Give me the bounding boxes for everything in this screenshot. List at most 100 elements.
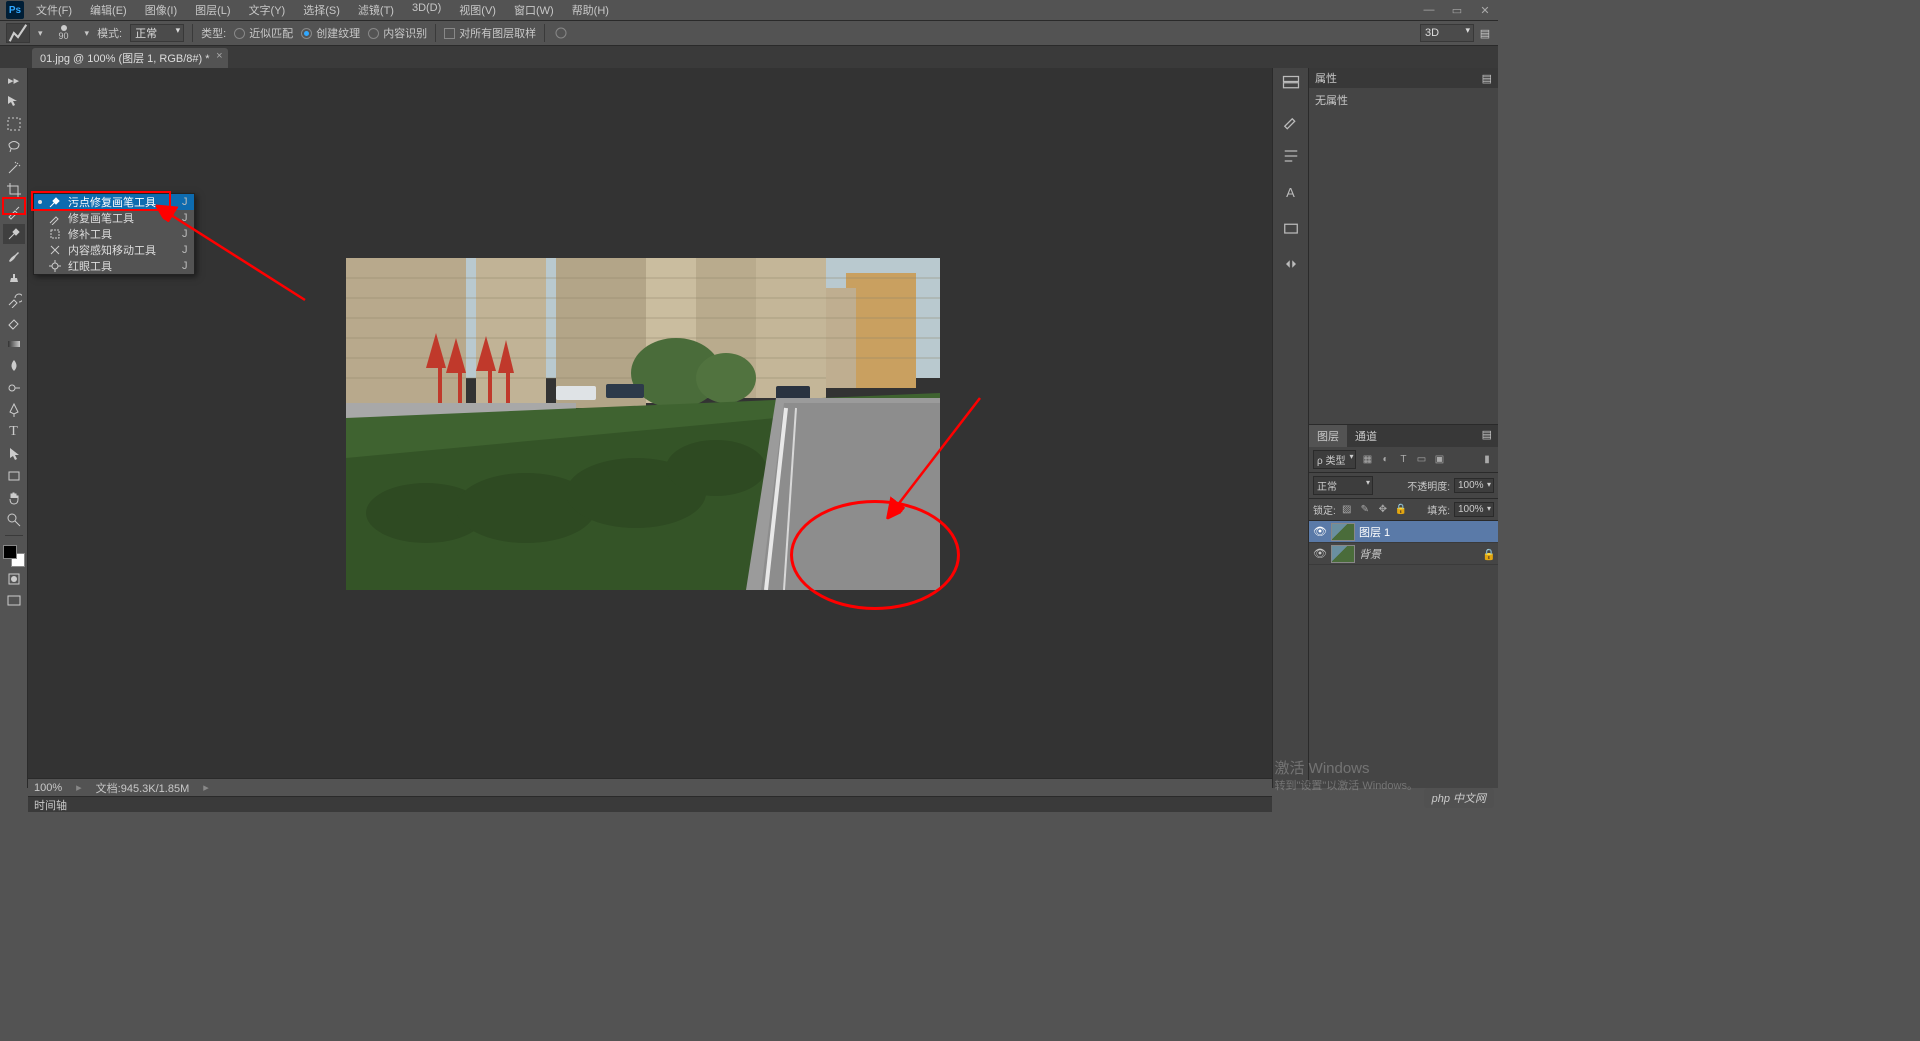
threed-settings-icon[interactable]: ▤ — [1478, 24, 1492, 42]
hand-tool[interactable] — [3, 488, 25, 508]
tool-preset-dropdown-icon[interactable]: ▾ — [38, 28, 43, 39]
canvas-area[interactable] — [28, 68, 1272, 788]
magic-wand-tool[interactable] — [3, 158, 25, 178]
channels-tab[interactable]: 通道 — [1347, 425, 1385, 447]
document-tab[interactable]: 01.jpg @ 100% (图层 1, RGB/8#) * — [32, 48, 228, 68]
layer-thumbnail[interactable] — [1331, 545, 1355, 563]
filter-type-icon[interactable]: T — [1396, 453, 1410, 467]
menu-select[interactable]: 选择(S) — [299, 0, 344, 20]
menu-edit[interactable]: 编辑(E) — [86, 0, 131, 20]
lock-position-icon[interactable]: ✥ — [1376, 503, 1390, 517]
panel-menu-icon[interactable]: ▤ — [1482, 72, 1492, 85]
brush-panel-icon[interactable] — [1281, 110, 1301, 130]
screen-mode-icon[interactable] — [3, 591, 25, 611]
filter-smart-icon[interactable]: ▣ — [1432, 453, 1446, 467]
menu-filter[interactable]: 滤镜(T) — [354, 0, 398, 20]
history-panel-icon[interactable] — [1281, 74, 1301, 94]
color-swatches[interactable] — [3, 545, 25, 567]
filter-shape-icon[interactable]: ▭ — [1414, 453, 1428, 467]
menu-3d[interactable]: 3D(D) — [408, 0, 445, 20]
gradient-tool[interactable] — [3, 334, 25, 354]
layers-tab[interactable]: 图层 — [1309, 425, 1347, 447]
opacity-value[interactable]: 100% — [1454, 478, 1494, 493]
filter-adjustment-icon[interactable]: ◐ — [1378, 453, 1392, 467]
radio-content-aware[interactable]: 内容识别 — [368, 25, 427, 41]
layer-name[interactable]: 背景 — [1359, 546, 1381, 562]
menu-help[interactable]: 帮助(H) — [568, 0, 613, 20]
zoom-level[interactable]: 100% — [34, 782, 62, 794]
blend-mode-select[interactable]: 正常 — [1313, 476, 1373, 495]
menu-image[interactable]: 图像(I) — [141, 0, 181, 20]
foreground-color-swatch[interactable] — [3, 545, 17, 559]
window-close-icon[interactable]: ✕ — [1478, 3, 1492, 17]
lock-pixels-icon[interactable]: ✎ — [1358, 503, 1372, 517]
window-minimize-icon[interactable]: — — [1422, 3, 1436, 17]
filter-pixel-icon[interactable]: ▦ — [1360, 453, 1374, 467]
eyedropper-tool[interactable] — [3, 202, 25, 222]
character-panel-icon[interactable]: A — [1281, 182, 1301, 202]
menu-layer[interactable]: 图层(L) — [191, 0, 234, 20]
current-tool-icon[interactable] — [6, 23, 30, 43]
styles-panel-icon[interactable] — [1281, 218, 1301, 238]
doc-size-label: 文档: — [96, 783, 121, 795]
threed-mode-select[interactable]: 3D — [1420, 24, 1474, 42]
layer-name[interactable]: 图层 1 — [1359, 524, 1390, 540]
filter-toggle-icon[interactable]: ▮ — [1480, 453, 1494, 467]
radio-create-texture[interactable]: 创建纹理 — [301, 25, 360, 41]
menu-file[interactable]: 文件(F) — [32, 0, 76, 20]
path-selection-tool[interactable] — [3, 444, 25, 464]
flyout-item-label: 修复画笔工具 — [68, 210, 134, 226]
flyout-content-aware-move[interactable]: 内容感知移动工具 J — [34, 242, 194, 258]
spot-healing-brush-tool[interactable] — [3, 224, 25, 244]
flyout-healing-brush[interactable]: 修复画笔工具 J — [34, 210, 194, 226]
tab-handle-icon[interactable]: ▸▸ — [3, 70, 25, 90]
visibility-eye-icon[interactable]: 👁 — [1313, 525, 1327, 539]
type-tool[interactable]: T — [3, 422, 25, 442]
layer-row[interactable]: 👁 背景 🔒 — [1309, 543, 1498, 565]
menu-bar: 文件(F) 编辑(E) 图像(I) 图层(L) 文字(Y) 选择(S) 滤镜(T… — [32, 0, 613, 20]
quick-mask-icon[interactable] — [3, 569, 25, 589]
brush-preset-picker[interactable]: 90 — [51, 22, 77, 44]
menu-window[interactable]: 窗口(W) — [510, 0, 558, 20]
fill-value[interactable]: 100% — [1454, 502, 1494, 517]
layers-panel: 图层 通道 ▤ ρ 类型 ▦ ◐ T ▭ ▣ ▮ 正常 不透明度: 100% 锁… — [1309, 424, 1498, 788]
blur-tool[interactable] — [3, 356, 25, 376]
brush-tool[interactable] — [3, 246, 25, 266]
menu-view[interactable]: 视图(V) — [455, 0, 500, 20]
mode-select[interactable]: 正常 — [130, 24, 184, 42]
flyout-red-eye-tool[interactable]: 红眼工具 J — [34, 258, 194, 274]
layer-filter-kind-select[interactable]: ρ 类型 — [1313, 450, 1356, 469]
history-brush-tool[interactable] — [3, 290, 25, 310]
move-tool[interactable] — [3, 92, 25, 112]
adjustments-panel-icon[interactable] — [1281, 254, 1301, 274]
radio-proximity-match[interactable]: 近似匹配 — [234, 25, 293, 41]
lock-all-icon[interactable]: 🔒 — [1394, 503, 1408, 517]
timeline-bar[interactable]: 时间轴 — [28, 796, 1272, 812]
layer-row[interactable]: 👁 图层 1 — [1309, 521, 1498, 543]
zoom-tool[interactable] — [3, 510, 25, 530]
paragraph-panel-icon[interactable] — [1281, 146, 1301, 166]
check-sample-all-layers[interactable]: 对所有图层取样 — [444, 25, 536, 41]
flyout-item-label: 污点修复画笔工具 — [68, 194, 156, 210]
no-properties-label: 无属性 — [1315, 95, 1348, 107]
eraser-tool[interactable] — [3, 312, 25, 332]
lock-transparent-icon[interactable]: ▨ — [1340, 503, 1354, 517]
crop-tool[interactable] — [3, 180, 25, 200]
visibility-eye-icon[interactable]: 👁 — [1313, 547, 1327, 561]
window-restore-icon[interactable]: ▭ — [1450, 3, 1464, 17]
dodge-tool[interactable] — [3, 378, 25, 398]
clone-stamp-tool[interactable] — [3, 268, 25, 288]
flyout-spot-healing-brush[interactable]: 污点修复画笔工具 J — [34, 194, 194, 210]
layers-panel-menu-icon[interactable]: ▤ — [1476, 425, 1498, 447]
pen-tool[interactable] — [3, 400, 25, 420]
rectangle-tool[interactable] — [3, 466, 25, 486]
layer-thumbnail[interactable] — [1331, 523, 1355, 541]
properties-panel-header[interactable]: 属性 ▤ — [1309, 68, 1498, 88]
lasso-tool[interactable] — [3, 136, 25, 156]
pressure-icon[interactable] — [553, 25, 569, 41]
flyout-patch-tool[interactable]: 修补工具 J — [34, 226, 194, 242]
brush-dropdown-icon[interactable]: ▾ — [85, 28, 90, 39]
properties-tab[interactable]: 属性 — [1315, 70, 1337, 86]
menu-type[interactable]: 文字(Y) — [245, 0, 290, 20]
marquee-tool[interactable] — [3, 114, 25, 134]
